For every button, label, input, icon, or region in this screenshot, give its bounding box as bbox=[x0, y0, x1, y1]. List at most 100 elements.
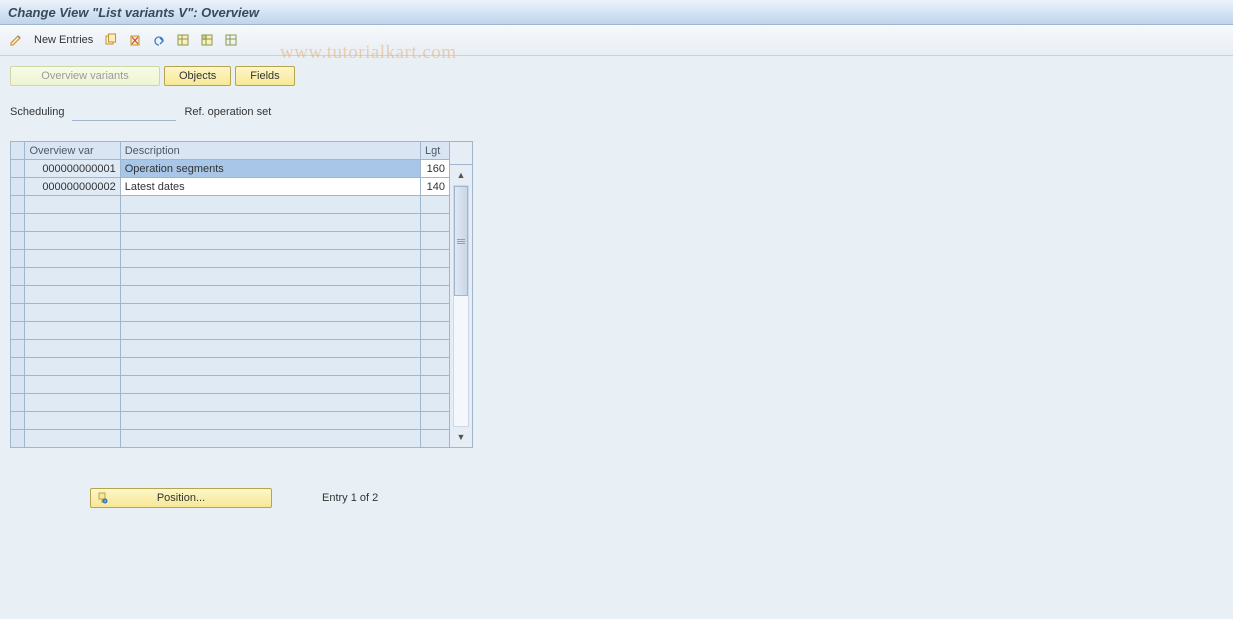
copy-icon[interactable] bbox=[101, 30, 121, 50]
table-row[interactable] bbox=[11, 376, 450, 394]
cell-overview-var[interactable]: 000000000001 bbox=[25, 160, 120, 178]
cell-lgt[interactable]: 140 bbox=[420, 178, 449, 196]
row-selector[interactable] bbox=[11, 358, 25, 376]
cell-description[interactable] bbox=[120, 304, 420, 322]
cell-description[interactable] bbox=[120, 250, 420, 268]
col-description[interactable]: Description bbox=[120, 142, 420, 160]
table-row[interactable] bbox=[11, 232, 450, 250]
scroll-thumb[interactable] bbox=[454, 186, 468, 296]
delete-icon[interactable] bbox=[125, 30, 145, 50]
col-overview-var[interactable]: Overview var bbox=[25, 142, 120, 160]
cell-description[interactable] bbox=[120, 286, 420, 304]
cell-lgt[interactable] bbox=[420, 232, 449, 250]
cell-lgt[interactable] bbox=[420, 322, 449, 340]
table-row[interactable] bbox=[11, 322, 450, 340]
table-row[interactable] bbox=[11, 286, 450, 304]
cell-lgt[interactable] bbox=[420, 196, 449, 214]
row-selector[interactable] bbox=[11, 196, 25, 214]
row-selector[interactable] bbox=[11, 214, 25, 232]
cell-overview-var[interactable] bbox=[25, 340, 120, 358]
tab-objects[interactable]: Objects bbox=[164, 66, 231, 86]
cell-description[interactable] bbox=[120, 358, 420, 376]
cell-description[interactable] bbox=[120, 394, 420, 412]
scroll-down-icon[interactable]: ▼ bbox=[453, 429, 469, 445]
cell-description[interactable]: Latest dates bbox=[120, 178, 420, 196]
table-row[interactable] bbox=[11, 214, 450, 232]
undo-icon[interactable] bbox=[149, 30, 169, 50]
cell-lgt[interactable] bbox=[420, 214, 449, 232]
scroll-up-icon[interactable]: ▲ bbox=[453, 167, 469, 183]
row-selector[interactable] bbox=[11, 286, 25, 304]
vertical-scrollbar[interactable]: ▲ ▼ bbox=[450, 141, 473, 448]
cell-description[interactable] bbox=[120, 196, 420, 214]
position-button[interactable]: Position... bbox=[90, 488, 272, 508]
table-row[interactable]: 000000000001Operation segments160 bbox=[11, 160, 450, 178]
cell-lgt[interactable] bbox=[420, 286, 449, 304]
cell-overview-var[interactable] bbox=[25, 250, 120, 268]
row-selector[interactable] bbox=[11, 412, 25, 430]
cell-overview-var[interactable] bbox=[25, 358, 120, 376]
cell-description[interactable]: Operation segments bbox=[120, 160, 420, 178]
cell-lgt[interactable] bbox=[420, 268, 449, 286]
cell-overview-var[interactable] bbox=[25, 268, 120, 286]
table-row[interactable]: 000000000002Latest dates140 bbox=[11, 178, 450, 196]
cell-description[interactable] bbox=[120, 430, 420, 448]
table-row[interactable] bbox=[11, 304, 450, 322]
cell-lgt[interactable] bbox=[420, 250, 449, 268]
cell-lgt[interactable] bbox=[420, 304, 449, 322]
select-all-icon[interactable] bbox=[173, 30, 193, 50]
cell-lgt[interactable] bbox=[420, 394, 449, 412]
table-row[interactable] bbox=[11, 340, 450, 358]
select-block-icon[interactable] bbox=[197, 30, 217, 50]
cell-lgt[interactable]: 160 bbox=[420, 160, 449, 178]
table-row[interactable] bbox=[11, 430, 450, 448]
scheduling-input[interactable] bbox=[72, 102, 176, 121]
edit-icon[interactable] bbox=[6, 30, 26, 50]
cell-lgt[interactable] bbox=[420, 430, 449, 448]
cell-description[interactable] bbox=[120, 322, 420, 340]
row-selector[interactable] bbox=[11, 178, 25, 196]
cell-description[interactable] bbox=[120, 376, 420, 394]
row-selector[interactable] bbox=[11, 430, 25, 448]
cell-lgt[interactable] bbox=[420, 376, 449, 394]
cell-overview-var[interactable] bbox=[25, 232, 120, 250]
cell-overview-var[interactable] bbox=[25, 394, 120, 412]
row-selector[interactable] bbox=[11, 394, 25, 412]
col-lgt[interactable]: Lgt bbox=[420, 142, 449, 160]
cell-description[interactable] bbox=[120, 268, 420, 286]
deselect-all-icon[interactable] bbox=[221, 30, 241, 50]
table-row[interactable] bbox=[11, 196, 450, 214]
row-selector[interactable] bbox=[11, 376, 25, 394]
cell-overview-var[interactable] bbox=[25, 430, 120, 448]
cell-description[interactable] bbox=[120, 412, 420, 430]
row-selector[interactable] bbox=[11, 304, 25, 322]
table-row[interactable] bbox=[11, 412, 450, 430]
row-selector[interactable] bbox=[11, 322, 25, 340]
row-selector[interactable] bbox=[11, 232, 25, 250]
cell-overview-var[interactable]: 000000000002 bbox=[25, 178, 120, 196]
new-entries-button[interactable]: New Entries bbox=[30, 30, 97, 50]
table-row[interactable] bbox=[11, 358, 450, 376]
table-row[interactable] bbox=[11, 394, 450, 412]
scroll-track[interactable] bbox=[453, 185, 469, 427]
cell-overview-var[interactable] bbox=[25, 304, 120, 322]
cell-overview-var[interactable] bbox=[25, 412, 120, 430]
row-selector[interactable] bbox=[11, 268, 25, 286]
grid-corner-cell[interactable] bbox=[11, 142, 25, 160]
table-row[interactable] bbox=[11, 268, 450, 286]
row-selector[interactable] bbox=[11, 250, 25, 268]
row-selector[interactable] bbox=[11, 160, 25, 178]
row-selector[interactable] bbox=[11, 340, 25, 358]
cell-overview-var[interactable] bbox=[25, 286, 120, 304]
cell-lgt[interactable] bbox=[420, 358, 449, 376]
overview-grid[interactable]: Overview var Description Lgt 00000000000… bbox=[10, 141, 450, 448]
cell-overview-var[interactable] bbox=[25, 214, 120, 232]
cell-lgt[interactable] bbox=[420, 412, 449, 430]
cell-overview-var[interactable] bbox=[25, 196, 120, 214]
tab-fields[interactable]: Fields bbox=[235, 66, 294, 86]
cell-description[interactable] bbox=[120, 232, 420, 250]
cell-lgt[interactable] bbox=[420, 340, 449, 358]
cell-overview-var[interactable] bbox=[25, 322, 120, 340]
cell-description[interactable] bbox=[120, 214, 420, 232]
cell-description[interactable] bbox=[120, 340, 420, 358]
